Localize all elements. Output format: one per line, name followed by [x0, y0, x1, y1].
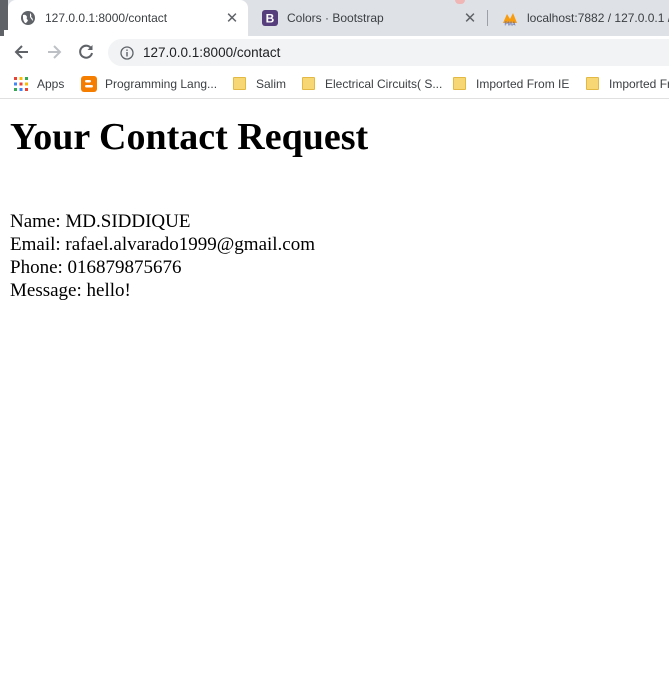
bookmark-label: Apps	[37, 77, 65, 91]
bookmark-programming[interactable]: Programming Lang...	[81, 76, 217, 92]
bookmark-folder-electrical[interactable]: Electrical Circuits( S...	[302, 76, 442, 92]
close-tab-icon[interactable]: ✕	[224, 10, 240, 26]
svg-text:PMA: PMA	[504, 22, 516, 27]
tab-separator	[487, 10, 488, 26]
page-content: Your Contact Request Name: MD.SIDDIQUE E…	[0, 100, 669, 684]
close-tab-icon[interactable]: ✕	[462, 10, 478, 26]
phpmyadmin-icon: PMA	[503, 13, 517, 27]
bookmark-folder-imported-2[interactable]: Imported Fr	[586, 76, 669, 92]
apps-grid-icon	[14, 77, 28, 91]
folder-icon	[586, 77, 600, 91]
tab-title: Colors · Bootstrap	[287, 11, 384, 25]
bookmark-label: Programming Lang...	[105, 77, 218, 91]
bookmarks-bar: Apps Programming Lang... Salim Electrica…	[0, 69, 669, 99]
back-arrow-icon[interactable]	[12, 42, 32, 62]
phone-line: Phone: 016879875676	[10, 257, 182, 278]
page-title: Your Contact Request	[10, 116, 369, 158]
folder-icon	[233, 77, 247, 91]
tab-phpmyadmin[interactable]: PMA localhost:7882 / 127.0.0.1 / a	[490, 0, 669, 36]
bookmark-folder-salim[interactable]: Salim	[233, 76, 286, 92]
bootstrap-icon: B	[262, 10, 278, 26]
bookmark-label: Salim	[256, 77, 287, 91]
bookmark-label: Imported Fr	[609, 77, 669, 91]
address-bar[interactable]: 127.0.0.1:8000/contact	[108, 39, 669, 66]
name-line: Name: MD.SIDDIQUE	[10, 211, 191, 232]
email-line: Email: rafael.alvarado1999@gmail.com	[10, 234, 316, 255]
tab-bootstrap[interactable]: B Colors · Bootstrap ✕	[250, 0, 486, 36]
forward-arrow-icon[interactable]	[44, 42, 64, 62]
url-text[interactable]: 127.0.0.1:8000/contact	[143, 45, 280, 60]
blogger-icon	[81, 76, 97, 92]
tab-title: 127.0.0.1:8000/contact	[45, 11, 168, 25]
folder-icon	[302, 77, 316, 91]
contact-details: Name: MD.SIDDIQUE Email: rafael.alvarado…	[10, 210, 315, 302]
bookmark-folder-imported-ie[interactable]: Imported From IE	[453, 76, 569, 92]
window-corner	[0, 0, 8, 36]
tab-contact[interactable]: 127.0.0.1:8000/contact ✕	[8, 0, 248, 36]
svg-text:B: B	[266, 12, 275, 26]
globe-icon	[21, 11, 35, 25]
tab-title: localhost:7882 / 127.0.0.1 / a	[527, 11, 669, 25]
folder-icon	[453, 77, 467, 91]
bookmark-label: Electrical Circuits( S...	[325, 77, 443, 91]
bookmark-label: Imported From IE	[476, 77, 570, 91]
bookmark-apps[interactable]: Apps	[14, 76, 64, 92]
message-line: Message: hello!	[10, 280, 131, 301]
reload-icon[interactable]	[76, 42, 96, 62]
tab-strip: 127.0.0.1:8000/contact ✕ B Colors · Boot…	[0, 0, 669, 36]
info-icon[interactable]	[120, 45, 134, 60]
browser-toolbar: 127.0.0.1:8000/contact	[0, 36, 669, 69]
